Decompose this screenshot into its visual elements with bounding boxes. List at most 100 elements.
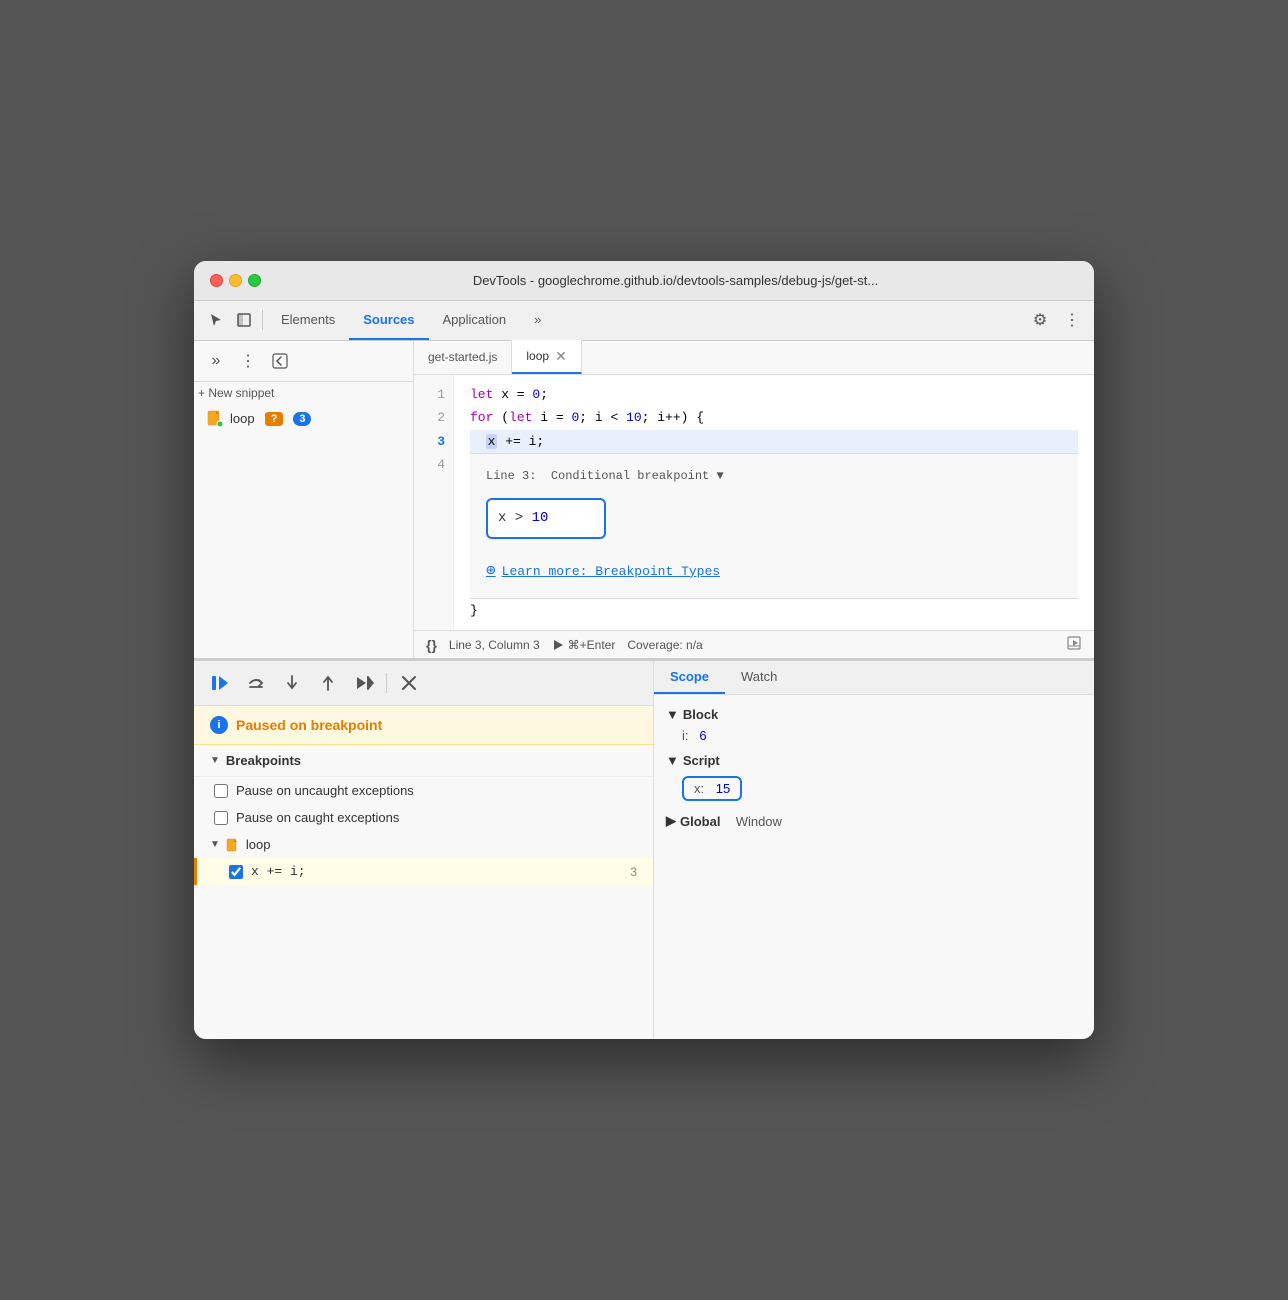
file-item-loop[interactable]: loop ? 3: [194, 404, 413, 434]
bottom-panel: i Paused on breakpoint ▼ Breakpoints Pau…: [194, 659, 1094, 1039]
breakpoint-line-num: 3: [630, 865, 637, 879]
status-bar: {} Line 3, Column 3 ⌘+Enter Coverage: n/…: [414, 630, 1094, 658]
sources-sidebar: » ⋮ + New snippet: [194, 341, 414, 658]
watch-tab[interactable]: Watch: [725, 661, 793, 694]
settings-icon[interactable]: ⚙: [1026, 306, 1054, 334]
global-section: ▶ Global Window: [666, 813, 1082, 829]
step-out-btn[interactable]: [314, 669, 342, 697]
tab-elements[interactable]: Elements: [267, 300, 349, 340]
coverage-text: Coverage: n/a: [627, 638, 702, 652]
block-title: ▼ Block: [666, 707, 1082, 722]
global-arrow: ▶: [666, 813, 676, 829]
tab-get-started-js[interactable]: get-started.js: [414, 340, 512, 374]
more-options-icon[interactable]: ⋮: [1058, 306, 1086, 334]
scope-var-x-highlighted: x: 15: [682, 776, 742, 801]
breakpoint-file-name: loop: [246, 837, 271, 852]
line-num-2: 2: [422, 406, 445, 429]
sidebar-toolbar: » ⋮: [194, 341, 413, 382]
code-line-2: for (let i = 0; i < 10; i++) {: [470, 406, 1078, 429]
pause-uncaught-row: Pause on uncaught exceptions: [194, 777, 653, 804]
pause-uncaught-label: Pause on uncaught exceptions: [236, 783, 414, 798]
run-btn[interactable]: ⌘+Enter: [552, 638, 616, 652]
title-bar: DevTools - googlechrome.github.io/devtoo…: [194, 261, 1094, 301]
code-line-3: x += i;: [470, 430, 1078, 453]
devtools-actions: ⚙ ⋮: [1026, 306, 1086, 334]
debugger-toolbar: [194, 661, 653, 706]
bp-panel: Line 3: Conditional breakpoint ▼ x > 10 …: [470, 453, 1078, 599]
learn-more-link[interactable]: ⊕ Learn more: Breakpoint Types: [486, 557, 1062, 586]
paused-banner: i Paused on breakpoint: [194, 706, 653, 745]
resume-btn[interactable]: [206, 669, 234, 697]
coverage-icon[interactable]: [1066, 635, 1082, 654]
tab-loop[interactable]: loop ✕: [512, 340, 581, 374]
cursor-icon[interactable]: [202, 306, 230, 334]
code-line-4: }: [470, 599, 1078, 622]
step-into-btn[interactable]: [278, 669, 306, 697]
badge-question: ?: [265, 412, 284, 426]
position-text: Line 3, Column 3: [449, 638, 540, 652]
devtools-tab-bar: Elements Sources Application » ⚙ ⋮: [194, 301, 1094, 341]
block-section: ▼ Block i: 6: [666, 707, 1082, 745]
format-btn[interactable]: {}: [426, 637, 437, 653]
step-over-btn[interactable]: [242, 669, 270, 697]
tab-sources[interactable]: Sources: [349, 300, 428, 340]
line-num-4: 4: [422, 453, 445, 476]
minimize-button[interactable]: [229, 274, 242, 287]
condition-input-wrap[interactable]: x > 10: [486, 498, 606, 539]
breakpoint-code: x += i;: [251, 864, 306, 879]
line-num-3: 3: [422, 430, 445, 453]
breakpoint-checkbox[interactable]: [229, 865, 243, 879]
line-numbers: 1 2 3 4: [414, 375, 454, 630]
breakpoint-item: x += i; 3: [194, 858, 653, 885]
file-name: loop: [230, 411, 255, 426]
debug-separator: [386, 673, 387, 693]
scope-content: ▼ Block i: 6 ▼ Script: [654, 695, 1094, 849]
file-icon: [226, 838, 240, 852]
code-line-1: let x = 0;: [470, 383, 1078, 406]
dock-icon[interactable]: [230, 306, 258, 334]
badge-number: 3: [293, 412, 311, 426]
back-navigator-icon[interactable]: [266, 347, 294, 375]
tab-more[interactable]: »: [520, 300, 555, 340]
new-snippet-button[interactable]: + New snippet: [194, 382, 413, 404]
pause-caught-row: Pause on caught exceptions: [194, 804, 653, 831]
pause-uncaught-checkbox[interactable]: [214, 784, 228, 798]
maximize-button[interactable]: [248, 274, 261, 287]
separator: [262, 310, 263, 330]
breakpoint-file-header[interactable]: ▼ loop: [194, 831, 653, 858]
close-button[interactable]: [210, 274, 223, 287]
breakpoints-label: Breakpoints: [226, 753, 301, 768]
debugger-panel: i Paused on breakpoint ▼ Breakpoints Pau…: [194, 661, 654, 1039]
step-btn[interactable]: [350, 669, 378, 697]
tab-application[interactable]: Application: [429, 300, 521, 340]
scope-var-i: i: 6: [666, 726, 1082, 745]
arrow-icon: ▼: [210, 755, 220, 766]
paused-text: Paused on breakpoint: [236, 717, 382, 733]
scope-tab-bar: Scope Watch: [654, 661, 1094, 695]
more-sidebar-icon[interactable]: ⋮: [234, 347, 262, 375]
conditional-breakpoint-panel: Line 3: Conditional breakpoint ▼ x > 10 …: [470, 453, 1078, 599]
file-icon-wrap: [206, 410, 224, 428]
pause-caught-label: Pause on caught exceptions: [236, 810, 399, 825]
file-arrow-icon: ▼: [210, 839, 220, 850]
code-editor: 1 2 3 4 let x = 0; for (let i = 0; i < 1…: [414, 375, 1094, 630]
deactivate-btn[interactable]: [395, 669, 423, 697]
condition-text: x > 10: [498, 510, 548, 526]
pause-caught-checkbox[interactable]: [214, 811, 228, 825]
block-arrow: ▼: [666, 707, 679, 722]
bp-header: Line 3: Conditional breakpoint ▼: [486, 466, 1062, 488]
line-num-1: 1: [422, 383, 445, 406]
window-title: DevTools - googlechrome.github.io/devtoo…: [273, 273, 1078, 288]
sources-area: » ⋮ + New snippet: [194, 341, 1094, 659]
script-title: ▼ Script: [666, 753, 1082, 768]
info-icon: i: [210, 716, 228, 734]
breakpoints-section-header[interactable]: ▼ Breakpoints: [194, 745, 653, 777]
scope-tab[interactable]: Scope: [654, 661, 725, 694]
expand-icon[interactable]: »: [202, 347, 230, 375]
scope-panel: Scope Watch ▼ Block i: 6: [654, 661, 1094, 1039]
code-lines: let x = 0; for (let i = 0; i < 10; i++) …: [454, 375, 1094, 630]
code-tab-bar: get-started.js loop ✕: [414, 341, 1094, 375]
devtools-window: DevTools - googlechrome.github.io/devtoo…: [194, 261, 1094, 1039]
script-section: ▼ Script x: 15: [666, 753, 1082, 805]
close-tab-icon[interactable]: ✕: [555, 349, 567, 363]
